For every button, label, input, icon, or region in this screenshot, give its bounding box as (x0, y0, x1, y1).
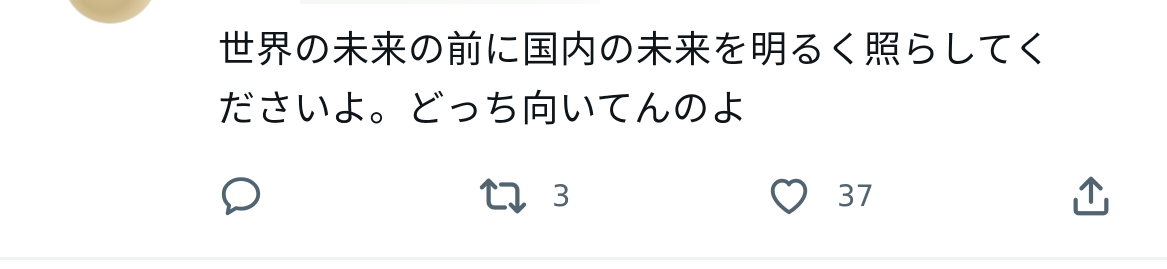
tweet-card[interactable]: 世界の未来の前に国内の未来を明るく照らしてく ださいよ。どっち向いてんのよ 3 (0, 0, 1167, 269)
reply-button[interactable] (218, 168, 264, 224)
like-button[interactable]: 37 (765, 168, 874, 224)
retweet-icon (478, 173, 528, 219)
tweet-text-line: 世界の未来の前に国内の未来を明るく照らしてく (218, 28, 1052, 71)
like-count: 37 (837, 179, 874, 213)
divider (0, 257, 1167, 260)
retweet-button[interactable]: 3 (478, 168, 570, 224)
avatar[interactable] (62, 0, 158, 24)
tweet-text-line: ださいよ。どっち向いてんのよ (218, 87, 749, 130)
tweet-text: 世界の未来の前に国内の未来を明るく照らしてく ださいよ。どっち向いてんのよ (218, 20, 1118, 138)
share-icon (1068, 173, 1114, 219)
reply-icon (218, 173, 264, 219)
share-button[interactable] (1068, 168, 1114, 224)
retweet-count: 3 (552, 179, 571, 213)
tweet-action-bar: 3 37 (0, 168, 1167, 224)
heart-icon (765, 173, 813, 219)
author-name-fragment (300, 0, 600, 4)
